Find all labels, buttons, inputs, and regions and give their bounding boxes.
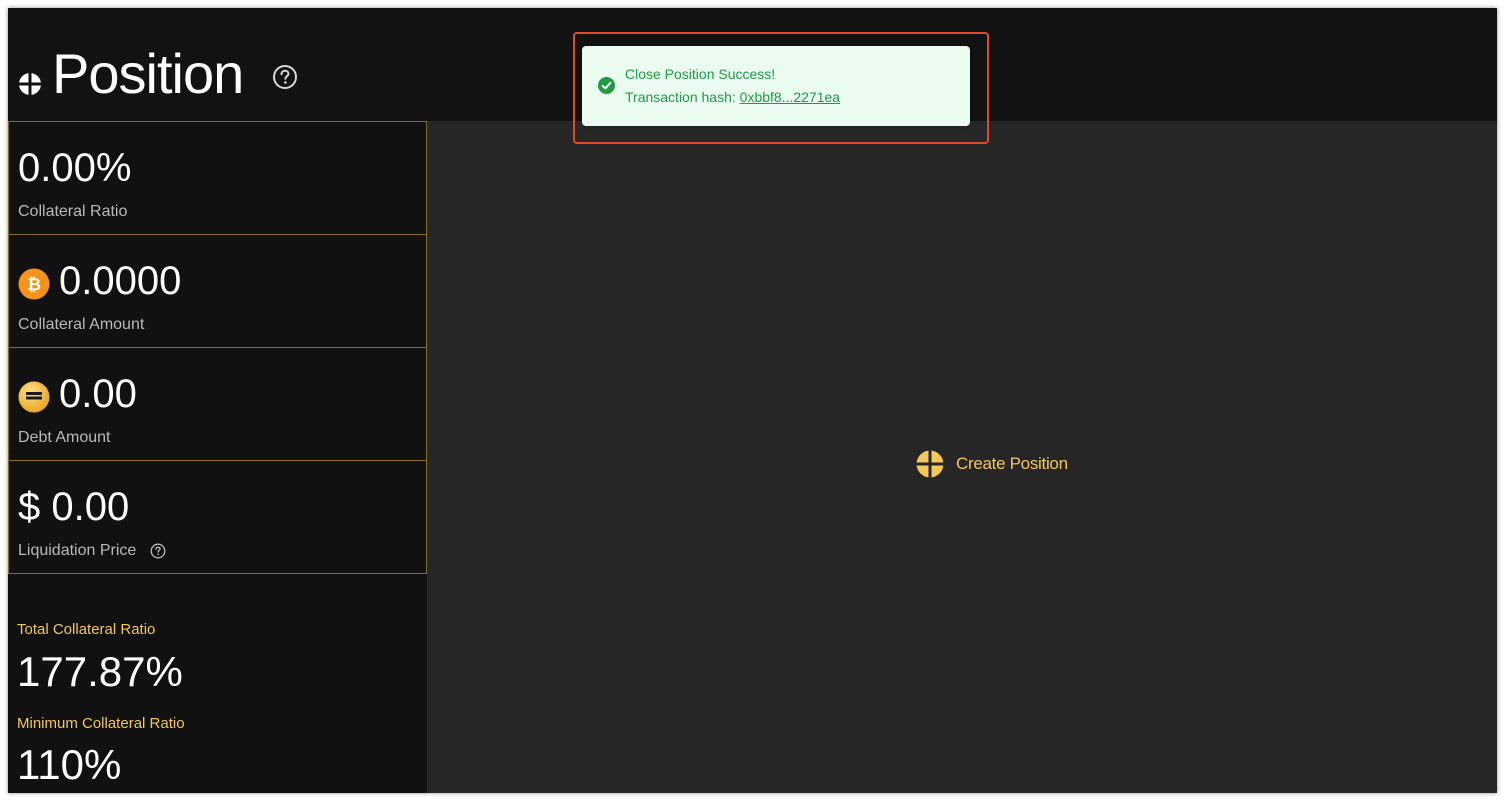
page-title: Position: [52, 42, 244, 105]
create-position-button[interactable]: Create Position: [916, 448, 1096, 480]
minimum-collateral-ratio-value: 110%: [17, 741, 122, 788]
collateral-amount-value: 0.0000: [59, 259, 182, 303]
collateral-ratio-value: 0.00%: [18, 146, 132, 190]
main-panel: Create Position: [427, 121, 1497, 793]
stablecoin-icon: [18, 381, 50, 413]
minimum-collateral-ratio-label: Minimum Collateral Ratio: [17, 715, 185, 732]
debt-amount-value: 0.00: [59, 372, 137, 416]
toast-hash-prefix: Transaction hash:: [625, 89, 740, 105]
success-toast: Close Position Success! Transaction hash…: [582, 46, 970, 126]
help-circle-icon[interactable]: [272, 64, 298, 90]
liquidation-price-value: $ 0.00: [18, 485, 130, 529]
debt-amount-label: Debt Amount: [18, 429, 111, 446]
check-circle-icon: [598, 77, 615, 94]
collateral-amount-card: ₿ 0.0000 Collateral Amount: [8, 234, 427, 348]
collateral-ratio-card: 0.00% Collateral Ratio: [8, 121, 427, 235]
toast-hash-line: Transaction hash: 0xbbf8...2271ea: [625, 88, 840, 106]
liquidation-price-label: Liquidation Price: [18, 542, 137, 559]
crosshair-logo-icon: [18, 72, 42, 96]
svg-text:₿: ₿: [27, 275, 41, 295]
collateral-amount-label: Collateral Amount: [18, 316, 145, 333]
total-collateral-ratio-label: Total Collateral Ratio: [17, 621, 156, 638]
liquidation-price-card: $ 0.00 Liquidation Price: [8, 460, 427, 574]
help-circle-icon[interactable]: [150, 543, 166, 559]
total-collateral-ratio-value: 177.87%: [17, 648, 183, 695]
collateral-ratio-label: Collateral Ratio: [18, 203, 128, 220]
bitcoin-icon: ₿: [18, 268, 50, 300]
debt-amount-card: 0.00 Debt Amount: [8, 347, 427, 461]
transaction-hash-link[interactable]: 0xbbf8...2271ea: [740, 89, 840, 105]
crosshair-plus-icon: [916, 450, 944, 478]
position-sidebar: 0.00% Collateral Ratio ₿ 0.0000 Collater…: [8, 121, 427, 793]
create-position-label: Create Position: [956, 454, 1068, 473]
toast-title: Close Position Success!: [625, 66, 776, 82]
